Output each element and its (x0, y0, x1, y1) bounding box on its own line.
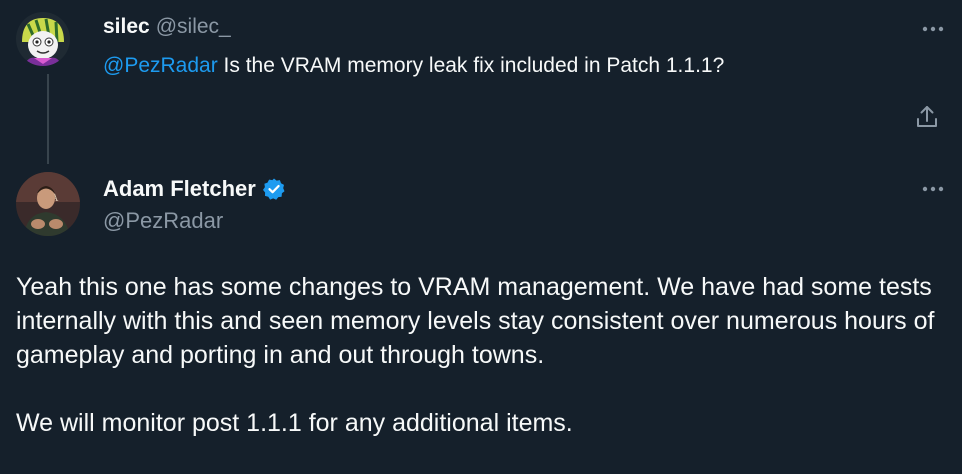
profile-photo-avatar-icon: DIA (16, 172, 80, 236)
reply-more-button[interactable] (915, 16, 951, 42)
share-icon (917, 106, 937, 127)
main-tweet-body: Yeah this one has some changes to VRAM m… (16, 270, 956, 440)
more-horizontal-icon (922, 186, 944, 192)
more-horizontal-icon (922, 26, 944, 32)
reply-share-button[interactable] (912, 102, 942, 132)
main-more-button[interactable] (915, 176, 951, 202)
main-avatar[interactable]: DIA (16, 172, 80, 236)
cartoon-character-avatar-icon (16, 12, 70, 66)
reply-avatar[interactable] (16, 12, 70, 66)
reply-header: silec @silec_ (103, 14, 231, 40)
main-name-row: Adam Fletcher (103, 175, 286, 203)
reply-handle[interactable]: @silec_ (156, 15, 231, 38)
thread-connector-line (47, 74, 49, 164)
verified-badge-icon[interactable] (262, 177, 286, 201)
reply-mention-link[interactable]: @PezRadar (103, 54, 218, 77)
reply-text: @PezRadar Is the VRAM memory leak fix in… (103, 52, 724, 80)
reply-display-name[interactable]: silec (103, 15, 150, 38)
main-tweet-paragraph-1: Yeah this one has some changes to VRAM m… (16, 273, 935, 369)
reply-text-body: Is the VRAM memory leak fix included in … (217, 54, 725, 77)
main-tweet-paragraph-2: We will monitor post 1.1.1 for any addit… (16, 409, 573, 437)
main-display-name[interactable]: Adam Fletcher (103, 175, 256, 203)
main-handle[interactable]: @PezRadar (103, 207, 223, 235)
